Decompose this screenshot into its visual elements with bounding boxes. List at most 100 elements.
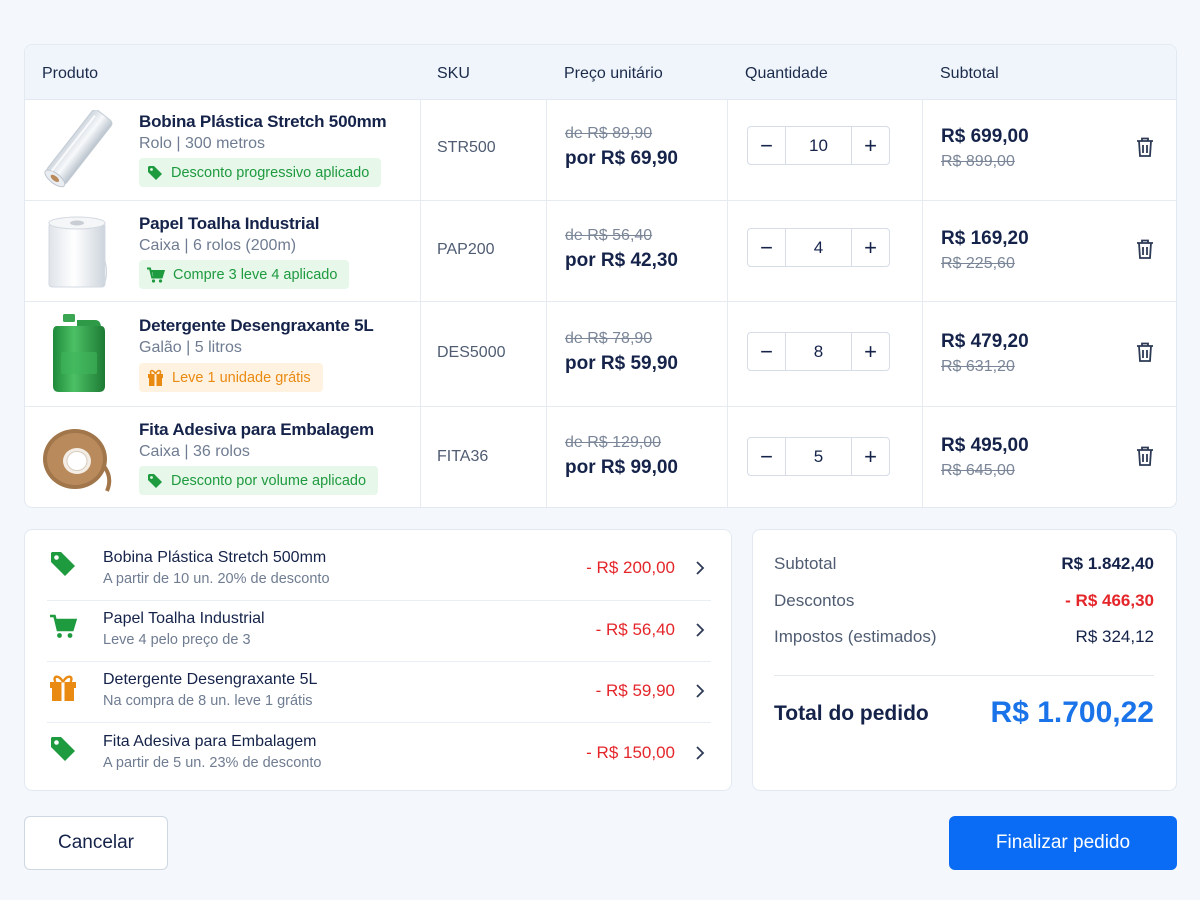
increase-quantity-button[interactable]: + (852, 229, 889, 266)
row-subtotal-old: R$ 645,00 (941, 462, 1015, 479)
row-subtotal: R$ 169,20 (941, 228, 1029, 249)
trash-icon[interactable] (1133, 340, 1157, 364)
tag-icon (148, 165, 162, 180)
product-name[interactable]: Fita Adesiva para Embalagem (139, 420, 374, 440)
cart-icon (50, 614, 77, 638)
packing-tape-roll-image (43, 429, 112, 492)
discount-badge: Desconto por volume aplicado (139, 466, 379, 495)
discount-badge: Compre 3 leve 4 aplicado (139, 260, 350, 289)
tag-icon (51, 737, 75, 761)
trash-icon[interactable] (1133, 444, 1157, 468)
total-value: R$ 1.700,22 (990, 696, 1154, 729)
header-unit-price: Preço unitário (564, 65, 663, 82)
row-subtotal: R$ 495,00 (941, 435, 1029, 456)
decrease-quantity-button[interactable]: − (748, 438, 785, 475)
discount-badge: Leve 1 unidade grátis (139, 363, 323, 392)
sku-value: FITA36 (437, 448, 489, 465)
subtotal-label: Subtotal (774, 554, 837, 573)
stretch-film-roll-image (44, 110, 113, 188)
row-subtotal: R$ 479,20 (941, 331, 1029, 352)
tag-icon (51, 552, 75, 576)
new-price: por R$ 69,90 (565, 148, 678, 169)
product-description: Caixa | 36 rolos (139, 443, 250, 460)
tag-icon (148, 473, 162, 488)
discounts-panel: Bobina Plástica Stretch 500mm A partir d… (24, 529, 732, 791)
table-row: Fita Adesiva para Embalagem Caixa | 36 r… (25, 406, 1176, 507)
increase-quantity-button[interactable]: + (852, 333, 889, 370)
discount-item[interactable]: Fita Adesiva para Embalagem A partir de … (47, 723, 711, 784)
discount-item[interactable]: Detergente Desengraxante 5L Na compra de… (47, 662, 711, 723)
quantity-input[interactable]: 8 (785, 333, 852, 370)
cart-icon (147, 267, 165, 283)
discount-amount: - R$ 150,00 (586, 743, 675, 762)
gift-icon (50, 675, 76, 701)
chevron-right-icon[interactable] (693, 683, 707, 699)
quantity-stepper: − 8 + (747, 332, 890, 371)
order-summary: Subtotal R$ 1.842,40 Descontos - R$ 466,… (752, 529, 1177, 791)
quantity-input[interactable]: 4 (785, 229, 852, 266)
trash-icon[interactable] (1133, 237, 1157, 261)
summary-divider (774, 675, 1154, 676)
cart-table: Produto SKU Preço unitário Quantidade Su… (24, 44, 1177, 508)
discount-title: Fita Adesiva para Embalagem (103, 733, 317, 750)
paper-towel-roll-image (48, 216, 108, 288)
detergent-gallon-image (53, 314, 105, 392)
discount-amount: - R$ 59,90 (595, 681, 675, 700)
product-name[interactable]: Detergente Desengraxante 5L (139, 316, 374, 336)
quantity-input[interactable]: 5 (785, 438, 852, 475)
gift-icon (148, 369, 163, 386)
discount-title: Bobina Plástica Stretch 500mm (103, 549, 327, 566)
new-price: por R$ 42,30 (565, 250, 678, 271)
total-label: Total do pedido (774, 702, 929, 725)
row-subtotal: R$ 699,00 (941, 126, 1029, 147)
trash-icon[interactable] (1133, 135, 1157, 159)
table-row: Detergente Desengraxante 5L Galão | 5 li… (25, 301, 1176, 406)
discount-title: Papel Toalha Industrial (103, 610, 265, 627)
chevron-right-icon[interactable] (693, 560, 707, 576)
discount-badge: Desconto progressivo aplicado (139, 158, 382, 187)
discount-amount: - R$ 200,00 (586, 558, 675, 577)
discount-description: A partir de 5 un. 23% de desconto (103, 755, 322, 771)
old-price: de R$ 56,40 (565, 227, 653, 244)
discounts-label: Descontos (774, 591, 855, 610)
decrease-quantity-button[interactable]: − (748, 229, 785, 266)
row-subtotal-old: R$ 225,60 (941, 255, 1015, 272)
header-product: Produto (42, 65, 99, 82)
finish-order-button[interactable]: Finalizar pedido (949, 816, 1177, 870)
new-price: por R$ 99,00 (565, 457, 678, 478)
subtotal-value: R$ 1.842,40 (1061, 554, 1154, 573)
header-sku: SKU (437, 65, 470, 82)
taxes-value: R$ 324,12 (1075, 627, 1154, 646)
quantity-stepper: − 10 + (747, 126, 890, 165)
taxes-label: Impostos (estimados) (774, 627, 937, 646)
discount-title: Detergente Desengraxante 5L (103, 671, 318, 688)
decrease-quantity-button[interactable]: − (748, 127, 785, 164)
product-name[interactable]: Bobina Plástica Stretch 500mm (139, 112, 387, 132)
new-price: por R$ 59,90 (565, 353, 678, 374)
table-row: Papel Toalha Industrial Caixa | 6 rolos … (25, 200, 1176, 301)
sku-value: STR500 (437, 139, 496, 156)
increase-quantity-button[interactable]: + (852, 438, 889, 475)
sku-value: PAP200 (437, 241, 495, 258)
product-description: Rolo | 300 metros (139, 135, 265, 152)
discount-description: Na compra de 8 un. leve 1 grátis (103, 693, 313, 709)
discount-description: Leve 4 pelo preço de 3 (103, 632, 251, 648)
discount-item[interactable]: Papel Toalha Industrial Leve 4 pelo preç… (47, 601, 711, 662)
quantity-input[interactable]: 10 (785, 127, 852, 164)
product-description: Galão | 5 litros (139, 339, 242, 356)
header-quantity: Quantidade (745, 65, 828, 82)
cancel-button[interactable]: Cancelar (24, 816, 168, 870)
discounts-value: - R$ 466,30 (1065, 591, 1154, 610)
discount-item[interactable]: Bobina Plástica Stretch 500mm A partir d… (47, 540, 711, 601)
table-row: Bobina Plástica Stretch 500mm Rolo | 300… (25, 100, 1176, 200)
row-subtotal-old: R$ 899,00 (941, 153, 1015, 170)
product-name[interactable]: Papel Toalha Industrial (139, 214, 319, 234)
row-subtotal-old: R$ 631,20 (941, 358, 1015, 375)
chevron-right-icon[interactable] (693, 622, 707, 638)
discount-amount: - R$ 56,40 (595, 620, 675, 639)
discount-description: A partir de 10 un. 20% de desconto (103, 571, 330, 587)
increase-quantity-button[interactable]: + (852, 127, 889, 164)
chevron-right-icon[interactable] (693, 745, 707, 761)
old-price: de R$ 129,00 (565, 434, 662, 451)
decrease-quantity-button[interactable]: − (748, 333, 785, 370)
